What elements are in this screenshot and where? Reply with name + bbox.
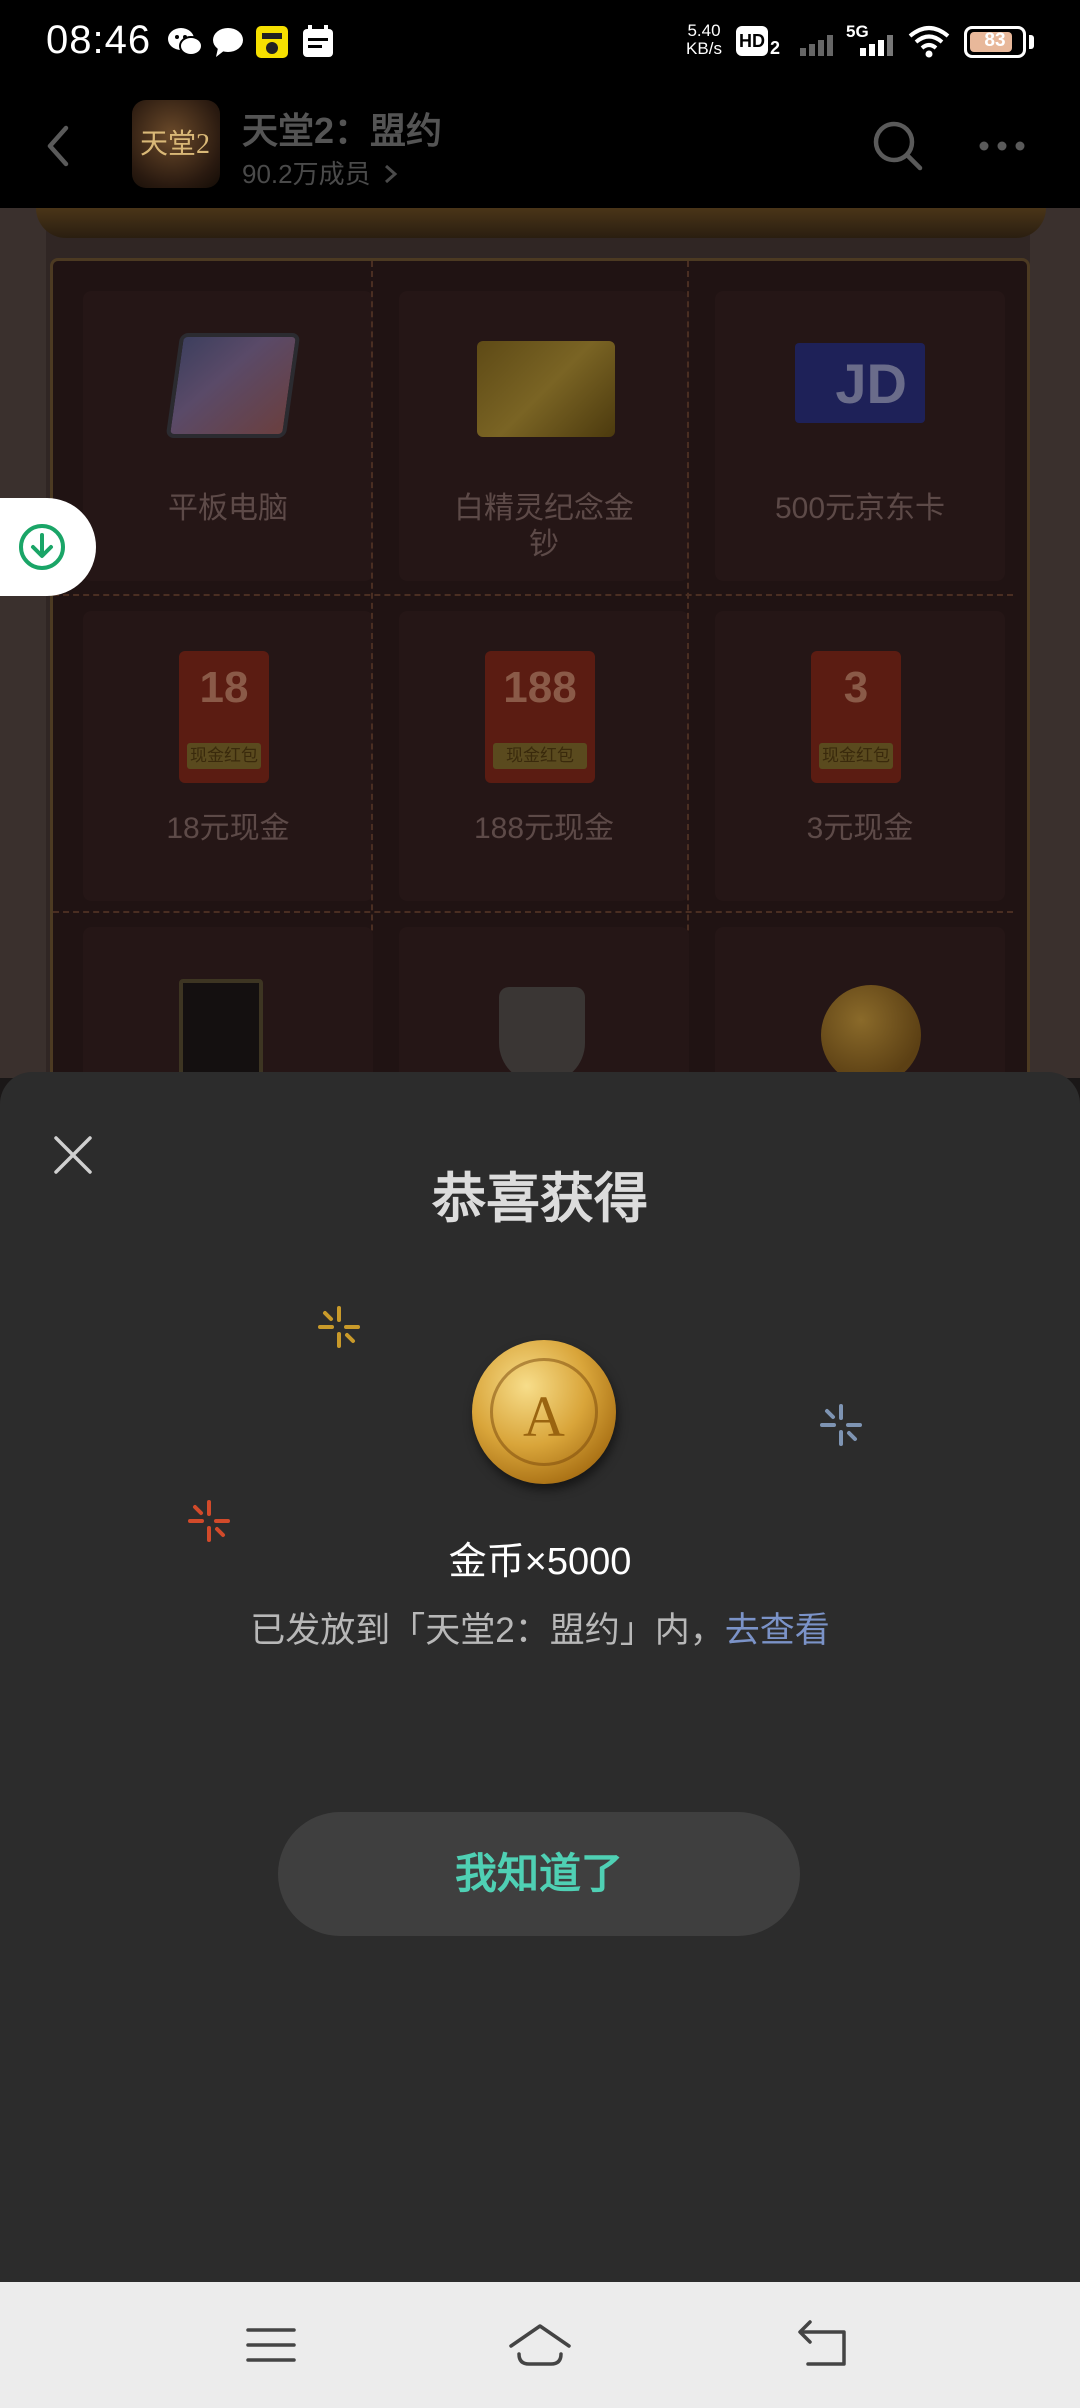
prize-crest-item <box>399 927 689 1078</box>
coin-rim: A <box>490 1358 598 1466</box>
grid-divider <box>53 594 1013 596</box>
sparkle-icon <box>820 1404 862 1446</box>
gold-note-image <box>477 341 615 437</box>
reward-description: 已发放到「天堂2：盟约」内，去查看 <box>0 1602 1080 1653</box>
prize-label: 18元现金 <box>166 812 290 845</box>
red-packet-image: 3 现金红包 <box>811 651 901 783</box>
prize-card-item <box>83 927 373 1078</box>
prize-grid-panel: 平板电脑 白精灵纪念金钞 JD 500元京东卡 18 现金红包 18元现金 18… <box>50 258 1030 1078</box>
tablet-image <box>165 333 301 438</box>
group-title[interactable]: 天堂2：盟约 <box>242 102 442 154</box>
lottery-page-background: 平板电脑 白精灵纪念金钞 JD 500元京东卡 18 现金红包 18元现金 18… <box>0 208 1080 1078</box>
coin-letter: A <box>523 1384 565 1449</box>
wechat-icon <box>168 28 203 56</box>
network-speed: 5.40 KB/s <box>678 22 730 58</box>
chevron-right-icon <box>384 164 398 184</box>
red-packet-amount: 188 <box>503 663 577 712</box>
card-item-image <box>179 979 263 1078</box>
sparkle-icon <box>318 1306 360 1348</box>
crest-item-image <box>499 987 585 1078</box>
battery-level: 83 <box>984 30 1006 51</box>
signal-5g-icon <box>860 35 893 56</box>
prize-jd-card: JD 500元京东卡 <box>715 291 1005 581</box>
red-packet-amount: 18 <box>199 663 249 712</box>
gold-coin-image <box>821 985 921 1078</box>
system-nav-bar <box>0 2282 1080 2408</box>
page-edge-right <box>1030 208 1080 1078</box>
app-notification-icon <box>256 26 288 58</box>
gold-coin-reward-icon: A <box>472 1340 616 1484</box>
prize-gold-coin <box>715 927 1005 1078</box>
dialog-title: 恭喜获得 <box>432 1169 648 1229</box>
prize-cash-18: 18 现金红包 18元现金 <box>83 611 373 901</box>
prize-label: 白精灵纪念金钞 <box>454 492 634 561</box>
red-packet-image: 188 现金红包 <box>485 651 595 783</box>
jd-card-image: JD <box>795 343 925 423</box>
red-packet-image: 18 现金红包 <box>179 651 269 783</box>
status-bar: 08:46 5.40 KB/s HD 2 5G 83 <box>0 0 1080 84</box>
network-speed-value: 5.40 <box>687 21 721 40</box>
prize-cash-188: 188 现金红包 188元现金 <box>399 611 689 901</box>
member-count: 90.2万成员 <box>242 159 371 189</box>
red-packet-amount: 3 <box>843 663 869 712</box>
search-button[interactable] <box>866 114 930 178</box>
hd-sub: 2 <box>770 38 781 58</box>
group-avatar-text: 天堂2 <box>140 129 211 160</box>
grid-divider <box>53 911 1013 913</box>
got-it-button[interactable]: 我知道了 <box>278 1812 800 1936</box>
scroll-ornament <box>36 208 1046 238</box>
wifi-icon <box>908 26 950 58</box>
reward-name: 金币×5000 <box>448 1541 632 1583</box>
prize-label: 500元京东卡 <box>774 492 946 525</box>
battery-icon: 83 <box>964 26 1026 58</box>
red-packet-caption: 现金红包 <box>493 743 587 769</box>
view-reward-link[interactable]: 去查看 <box>725 1611 830 1650</box>
prize-tablet: 平板电脑 <box>83 291 373 581</box>
status-time: 08:46 <box>46 18 152 62</box>
reward-dialog: 恭喜获得 A 金币×5000 已发放到「天堂2：盟约」内，去查看 我知道了 <box>0 1072 1080 2282</box>
back-nav-icon[interactable] <box>788 2310 858 2380</box>
group-avatar[interactable]: 天堂2 <box>132 100 220 188</box>
download-icon <box>19 524 65 570</box>
grid-divider <box>687 261 689 1021</box>
prize-label: 3元现金 <box>806 812 914 845</box>
menu-icon[interactable] <box>236 2310 306 2380</box>
prize-gold-note: 白精灵纪念金钞 <box>399 291 689 581</box>
calendar-icon <box>303 25 333 57</box>
back-button[interactable] <box>30 116 90 176</box>
page-edge-left <box>0 208 46 1078</box>
red-packet-caption: 现金红包 <box>187 743 261 769</box>
member-count-link[interactable]: 90.2万成员 <box>242 154 400 191</box>
grid-divider <box>371 261 373 1021</box>
reward-description-text: 已发放到「天堂2：盟约」内， <box>250 1611 725 1650</box>
battery-nub <box>1029 35 1034 49</box>
prize-label: 平板电脑 <box>168 492 288 525</box>
message-icon <box>213 28 243 57</box>
group-header: 天堂2 天堂2：盟约 90.2万成员 <box>0 84 1080 208</box>
download-button[interactable] <box>0 498 96 596</box>
signal-weak-icon <box>800 35 833 56</box>
red-packet-caption: 现金红包 <box>819 743 893 769</box>
hd-badge: HD <box>736 26 768 56</box>
jd-card-logo: JD <box>835 352 907 415</box>
prize-label: 188元现金 <box>473 812 615 845</box>
prize-cash-3: 3 现金红包 3元现金 <box>715 611 1005 901</box>
home-icon[interactable] <box>505 2310 575 2380</box>
network-speed-unit: KB/s <box>686 39 722 58</box>
more-button[interactable] <box>970 114 1034 178</box>
